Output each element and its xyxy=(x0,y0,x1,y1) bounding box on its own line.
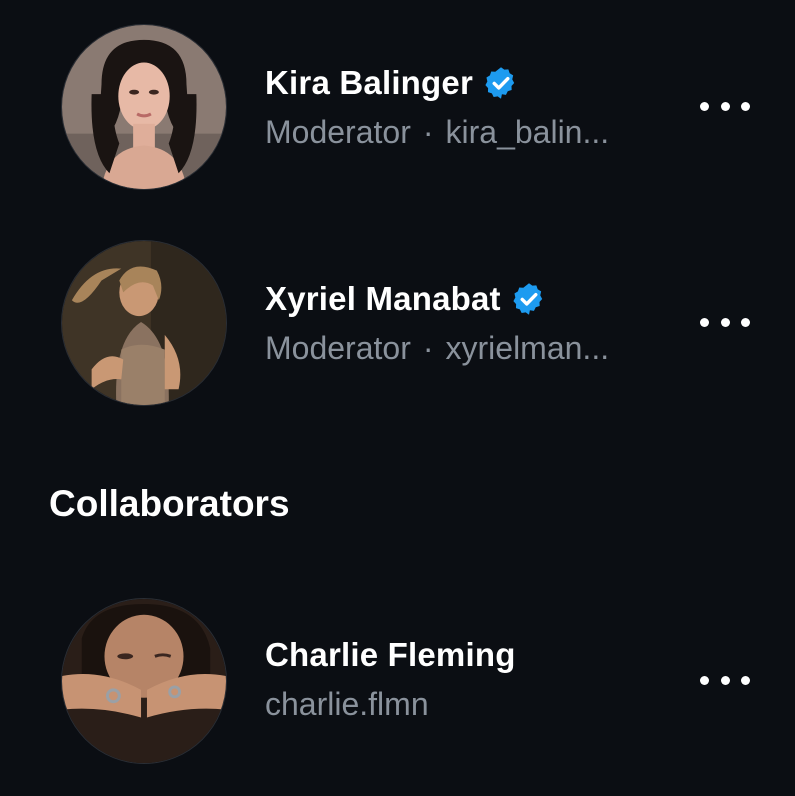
avatar-photo-kira xyxy=(62,25,226,189)
separator: · xyxy=(422,330,434,366)
member-subtitle: Moderator · xyrielman... xyxy=(265,330,609,367)
collaborator-handle: charlie.flmn xyxy=(265,686,429,722)
avatar[interactable] xyxy=(61,24,227,190)
name-line: Xyriel Manabat xyxy=(265,280,547,318)
member-handle: kira_balin... xyxy=(445,114,610,150)
avatar-photo-charlie xyxy=(62,599,226,763)
member-name[interactable]: Kira Balinger xyxy=(265,64,473,102)
more-options-icon[interactable] xyxy=(700,670,750,690)
member-subtitle: Moderator · kira_balin... xyxy=(265,114,609,151)
name-line: Kira Balinger xyxy=(265,64,519,102)
verified-badge-icon xyxy=(483,65,519,101)
avatar[interactable] xyxy=(61,240,227,406)
more-options-icon[interactable] xyxy=(700,312,750,332)
member-row-kira[interactable]: Kira Balinger Moderator · kira_balin... xyxy=(0,22,795,192)
member-row-xyriel[interactable]: Xyriel Manabat Moderator · xyrielman... xyxy=(0,238,795,408)
member-name[interactable]: Xyriel Manabat xyxy=(265,280,501,318)
separator: · xyxy=(422,114,434,150)
member-role: Moderator xyxy=(265,330,411,366)
collaborator-row-charlie[interactable]: Charlie Fleming charlie.flmn xyxy=(0,596,795,766)
avatar[interactable] xyxy=(61,598,227,764)
collaborator-subtitle: charlie.flmn xyxy=(265,686,429,723)
member-list-page: Kira Balinger Moderator · kira_balin... xyxy=(0,0,795,796)
member-role: Moderator xyxy=(265,114,411,150)
collaborator-name[interactable]: Charlie Fleming xyxy=(265,636,516,674)
name-line: Charlie Fleming xyxy=(265,636,516,674)
avatar-photo-xyriel xyxy=(62,241,226,405)
verified-badge-icon xyxy=(511,281,547,317)
more-options-icon[interactable] xyxy=(700,96,750,116)
member-handle: xyrielman... xyxy=(445,330,610,366)
section-title-collaborators: Collaborators xyxy=(49,483,290,524)
